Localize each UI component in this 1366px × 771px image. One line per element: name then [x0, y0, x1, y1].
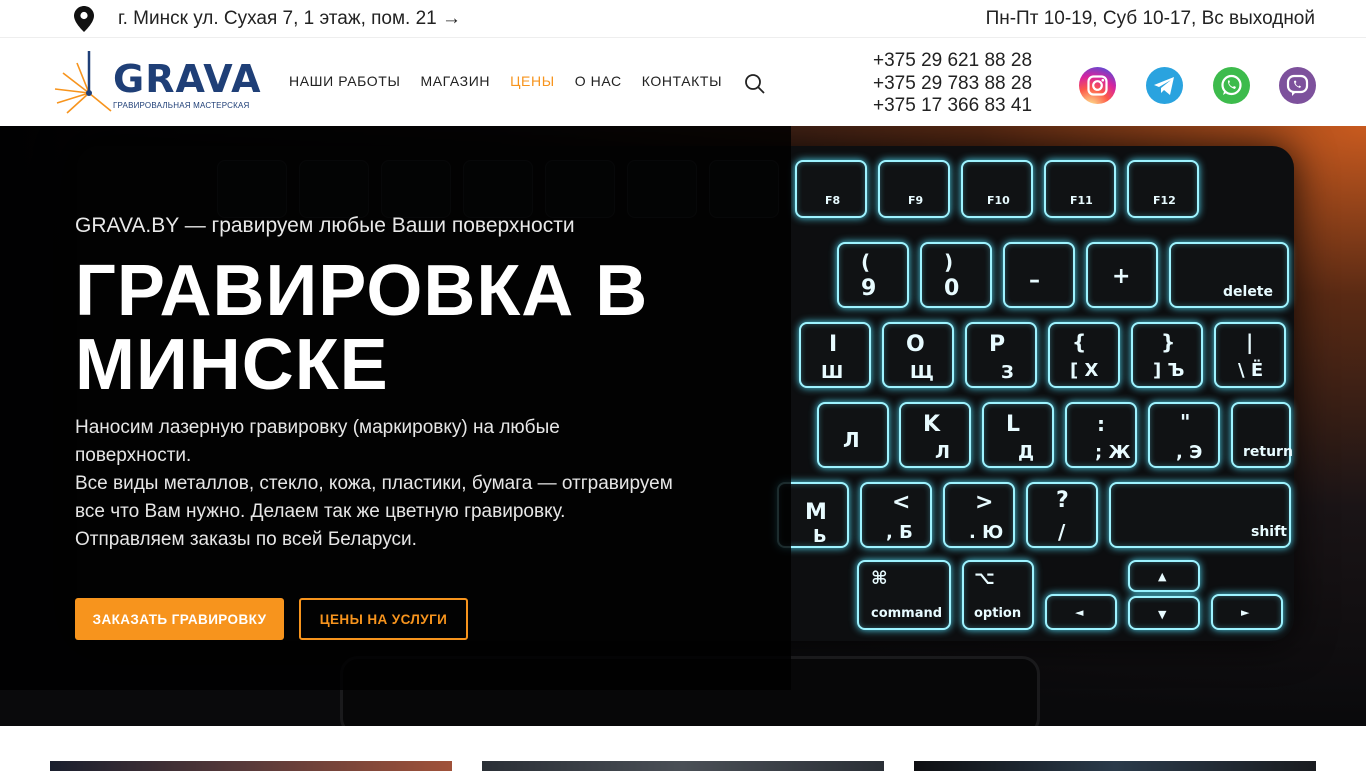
keyboard-key: K Л	[899, 402, 971, 468]
work-card[interactable]	[482, 761, 884, 771]
phone-link[interactable]: +375 29 621 88 28	[873, 50, 1032, 73]
keyboard-key: ▼	[1128, 596, 1200, 630]
hero-subtitle: GRAVA.BY — гравируем любые Ваши поверхно…	[75, 214, 575, 237]
keyboard-key: ( 9	[837, 242, 909, 308]
keyboard-key: O Щ	[882, 322, 954, 388]
keyboard-key: } ] Ъ	[1131, 322, 1203, 388]
working-hours: Пн-Пт 10-19, Суб 10-17, Вс выходной	[985, 8, 1315, 29]
keyboard-key: " , Э	[1148, 402, 1220, 468]
service-prices-button[interactable]: ЦЕНЫ НА УСЛУГИ	[299, 598, 468, 640]
keyboard-key: F10	[961, 160, 1033, 218]
keyboard-key: ►	[1211, 594, 1283, 630]
keyboard-key: ? /	[1026, 482, 1098, 548]
keyboard-key: : ; Ж	[1065, 402, 1137, 468]
telegram-icon[interactable]	[1146, 67, 1183, 104]
logo-subtitle: ГРАВИРОВАЛЬНАЯ МАСТЕРСКАЯ	[113, 101, 250, 110]
nav-item-shop[interactable]: МАГАЗИН	[420, 73, 490, 89]
keyboard-key: > . Ю	[943, 482, 1015, 548]
keyboard-key: P З	[965, 322, 1037, 388]
nav-item-contacts[interactable]: КОНТАКТЫ	[642, 73, 722, 89]
order-engraving-button[interactable]: ЗАКАЗАТЬ ГРАВИРОВКУ	[75, 598, 284, 640]
keyboard-key: | \ Ё	[1214, 322, 1286, 388]
keyboard-key: L Д	[982, 402, 1054, 468]
keyboard-key: < , Б	[860, 482, 932, 548]
keyboard-key: F8	[795, 160, 867, 218]
site-header: GRAVA ГРАВИРОВАЛЬНАЯ МАСТЕРСКАЯ НАШИ РАБ…	[0, 39, 1366, 126]
keyboard-key: F11	[1044, 160, 1116, 218]
whatsapp-icon[interactable]	[1213, 67, 1250, 104]
instagram-icon[interactable]	[1079, 67, 1116, 104]
top-info-bar: г. Минск ул. Сухая 7, 1 этаж, пом. 21 → …	[0, 0, 1366, 38]
logo[interactable]: GRAVA ГРАВИРОВАЛЬНАЯ МАСТЕРСКАЯ	[53, 49, 261, 117]
viber-icon[interactable]	[1279, 67, 1316, 104]
keyboard-key: ⌥ option	[962, 560, 1034, 630]
location-pin-icon	[74, 6, 94, 32]
keyboard-key: ) 0	[920, 242, 992, 308]
nav-item-about[interactable]: О НАС	[575, 73, 622, 89]
keyboard-key: ⌘ command	[857, 560, 951, 630]
logo-sunburst-icon	[54, 51, 112, 114]
hero-title-line: ГРАВИРОВКА В	[75, 251, 649, 331]
hero-section: F8 F9 F10 F11 F12 ( 9 ) 0 – + delete I Ш…	[0, 126, 1366, 726]
keyboard-key: Л	[817, 402, 889, 468]
hero-title-line: МИНСКЕ	[75, 325, 389, 405]
main-nav: НАШИ РАБОТЫ МАГАЗИН ЦЕНЫ О НАС КОНТАКТЫ	[289, 73, 722, 89]
keyboard-key: +	[1086, 242, 1158, 308]
phone-link[interactable]: +375 29 783 88 28	[873, 73, 1032, 96]
hero-desc-paragraph: Наносим лазерную гравировку (маркировку)…	[75, 417, 560, 466]
phone-link[interactable]: +375 17 366 83 41	[873, 95, 1032, 118]
work-card[interactable]	[914, 761, 1316, 771]
keyboard-key: –	[1003, 242, 1075, 308]
keyboard-key: ▲	[1128, 560, 1200, 592]
hero-title: ГРАВИРОВКА В МИНСКЕ	[75, 254, 755, 402]
cards-section	[0, 726, 1366, 771]
nav-item-works[interactable]: НАШИ РАБОТЫ	[289, 73, 400, 89]
keyboard-key: delete	[1169, 242, 1289, 308]
keyboard-key: I Ш	[799, 322, 871, 388]
keyboard-key: shift	[1109, 482, 1291, 548]
keyboard-key: { [ Х	[1048, 322, 1120, 388]
phone-list: +375 29 621 88 28 +375 29 783 88 28 +375…	[873, 50, 1032, 118]
keyboard-key: F12	[1127, 160, 1199, 218]
logo-text: GRAVA	[113, 57, 262, 101]
address-link[interactable]: г. Минск ул. Сухая 7, 1 этаж, пом. 21 →	[118, 8, 461, 30]
hero-desc-paragraph: Отправляем заказы по всей Беларуси.	[75, 529, 417, 550]
work-card[interactable]	[50, 761, 452, 771]
search-icon[interactable]	[744, 73, 766, 95]
keyboard-key: F9	[878, 160, 950, 218]
hero-desc-paragraph: Все виды металлов, стекло, кожа, пластик…	[75, 473, 673, 522]
keyboard-key: return	[1231, 402, 1293, 468]
nav-item-prices[interactable]: ЦЕНЫ	[510, 73, 555, 89]
hero-description: Наносим лазерную гравировку (маркировку)…	[75, 414, 675, 554]
keyboard-key: ◄	[1045, 594, 1117, 630]
